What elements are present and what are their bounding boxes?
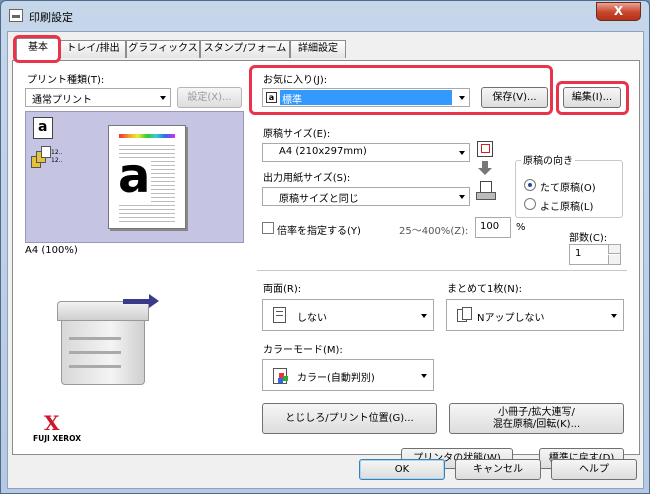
- print-settings-window: 印刷設定 X 基本 トレイ/排出 グラフィックス スタンプ/フォーム 詳細設定 …: [0, 0, 650, 494]
- color-mode-value: カラー(自動判別): [297, 373, 375, 384]
- save-favorite-button[interactable]: 保存(V)...: [481, 87, 548, 108]
- output-size-select[interactable]: 原稿サイズと同じ: [262, 187, 470, 206]
- nup-select[interactable]: Nアップしない: [446, 299, 624, 331]
- booklet-options-button[interactable]: 小冊子/拡大連写/ 混在原稿/回転(K)...: [449, 403, 624, 434]
- window-title: 印刷設定: [29, 11, 73, 24]
- preview-page-letter: a: [118, 148, 151, 204]
- orientation-label: 原稿の向き: [521, 152, 575, 167]
- output-size-label: 出力用紙サイズ(S):: [263, 173, 351, 184]
- page-preview: a 12.. 12.. a: [25, 111, 244, 243]
- favorites-label: お気に入り(J):: [263, 75, 328, 86]
- favorites-selection-highlight: [280, 90, 452, 105]
- favorites-select[interactable]: a 標準: [262, 88, 470, 107]
- chevron-down-icon: [459, 195, 465, 199]
- ok-button[interactable]: OK: [359, 459, 445, 480]
- printer-illustration-icon: [55, 293, 163, 391]
- favorites-value: 標準: [282, 95, 302, 106]
- duplex-value: しない: [297, 313, 327, 324]
- copies-spinner[interactable]: 1: [569, 244, 621, 265]
- tab-graphics[interactable]: グラフィックス: [126, 40, 200, 58]
- section-divider: [257, 270, 627, 271]
- print-type-select[interactable]: 通常プリント: [25, 88, 171, 107]
- copies-label: 部数(C):: [569, 233, 608, 244]
- duplex-label: 両面(R):: [263, 284, 302, 295]
- basic-tab-panel: プリント種類(T): 通常プリント 設定(X)... a 12.. 12.. a…: [12, 60, 640, 469]
- landscape-radio[interactable]: [524, 198, 536, 210]
- chevron-down-icon: [611, 314, 617, 318]
- booklet-button-line2: 混在原稿/回転(K)...: [492, 419, 581, 430]
- zoom-checkbox[interactable]: [262, 222, 274, 234]
- print-type-value: 通常プリント: [32, 95, 92, 106]
- chevron-down-icon: [160, 96, 166, 100]
- preview-page: a: [108, 125, 186, 229]
- landscape-label: よこ原稿(L): [540, 202, 594, 213]
- original-size-value: A4 (210x297mm): [279, 146, 367, 157]
- zoom-value: 100: [480, 221, 500, 232]
- preview-caption: A4 (100%): [25, 245, 78, 256]
- color-bar: [119, 134, 175, 138]
- tab-stamp-form[interactable]: スタンプ/フォーム: [200, 40, 290, 58]
- color-mode-label: カラーモード(M):: [263, 345, 343, 356]
- zoom-input[interactable]: 100: [475, 217, 511, 238]
- zoom-label: 倍率を指定する(Y): [277, 226, 361, 237]
- chevron-down-icon: [421, 374, 427, 378]
- zoom-unit: %: [516, 222, 526, 233]
- favorite-preset-icon: a: [266, 92, 277, 103]
- chevron-down-icon: [421, 314, 427, 318]
- zoom-range-label: 25～400%(Z):: [399, 226, 469, 237]
- tab-basic[interactable]: 基本: [16, 38, 60, 61]
- output-paper-icon: [476, 181, 496, 201]
- copies-value: 1: [575, 248, 582, 259]
- dialog-body: 基本 トレイ/排出 グラフィックス スタンプ/フォーム 詳細設定 プリント種類(…: [7, 31, 644, 489]
- print-type-settings-button[interactable]: 設定(X)...: [177, 87, 242, 108]
- fuji-xerox-logo: X FUJI XEROX: [33, 411, 81, 447]
- portrait-label: たて原稿(O): [540, 183, 596, 194]
- printer-app-icon: [9, 9, 23, 22]
- original-size-label: 原稿サイズ(E):: [263, 129, 331, 140]
- duplex-select[interactable]: しない: [262, 299, 434, 331]
- portrait-radio[interactable]: [524, 179, 536, 191]
- tab-tray-output[interactable]: トレイ/排出: [60, 40, 126, 58]
- booklet-button-line1: 小冊子/拡大連写/: [498, 407, 575, 418]
- xerox-logo-mark: X: [44, 411, 60, 435]
- spinner-up-icon[interactable]: [608, 245, 620, 254]
- color-palette-icon: [273, 367, 289, 384]
- chevron-down-icon: [459, 151, 465, 155]
- output-size-value: 原稿サイズと同じ: [279, 194, 359, 205]
- close-button[interactable]: X: [596, 2, 641, 21]
- help-button[interactable]: ヘルプ: [551, 459, 637, 480]
- page-layout-icon: a: [33, 117, 53, 139]
- nup-label: まとめて1枚(N):: [447, 284, 523, 295]
- nup-pages-icon: [457, 307, 473, 324]
- original-document-icon: [477, 141, 493, 157]
- cancel-button[interactable]: キャンセル: [455, 459, 541, 480]
- binding-print-position-button[interactable]: とじしろ/プリント位置(G)...: [262, 403, 437, 434]
- color-mode-select[interactable]: カラー(自動判別): [262, 359, 434, 391]
- print-type-label: プリント種類(T):: [27, 75, 105, 86]
- spinner-down-icon[interactable]: [608, 255, 620, 264]
- brand-name: FUJI XEROX: [33, 434, 81, 443]
- page-layout-icon-letter: a: [38, 119, 48, 135]
- title-bar[interactable]: 印刷設定 X: [1, 1, 649, 31]
- collate-icon: 12.. 12..: [31, 146, 62, 174]
- nup-value: Nアップしない: [477, 313, 545, 324]
- edit-favorite-button[interactable]: 編集(I)...: [563, 87, 621, 108]
- original-size-select[interactable]: A4 (210x297mm): [262, 143, 470, 162]
- tab-advanced[interactable]: 詳細設定: [290, 40, 346, 58]
- chevron-down-icon: [459, 96, 465, 100]
- arrow-down-icon: [482, 161, 488, 168]
- single-sided-page-icon: [273, 307, 289, 324]
